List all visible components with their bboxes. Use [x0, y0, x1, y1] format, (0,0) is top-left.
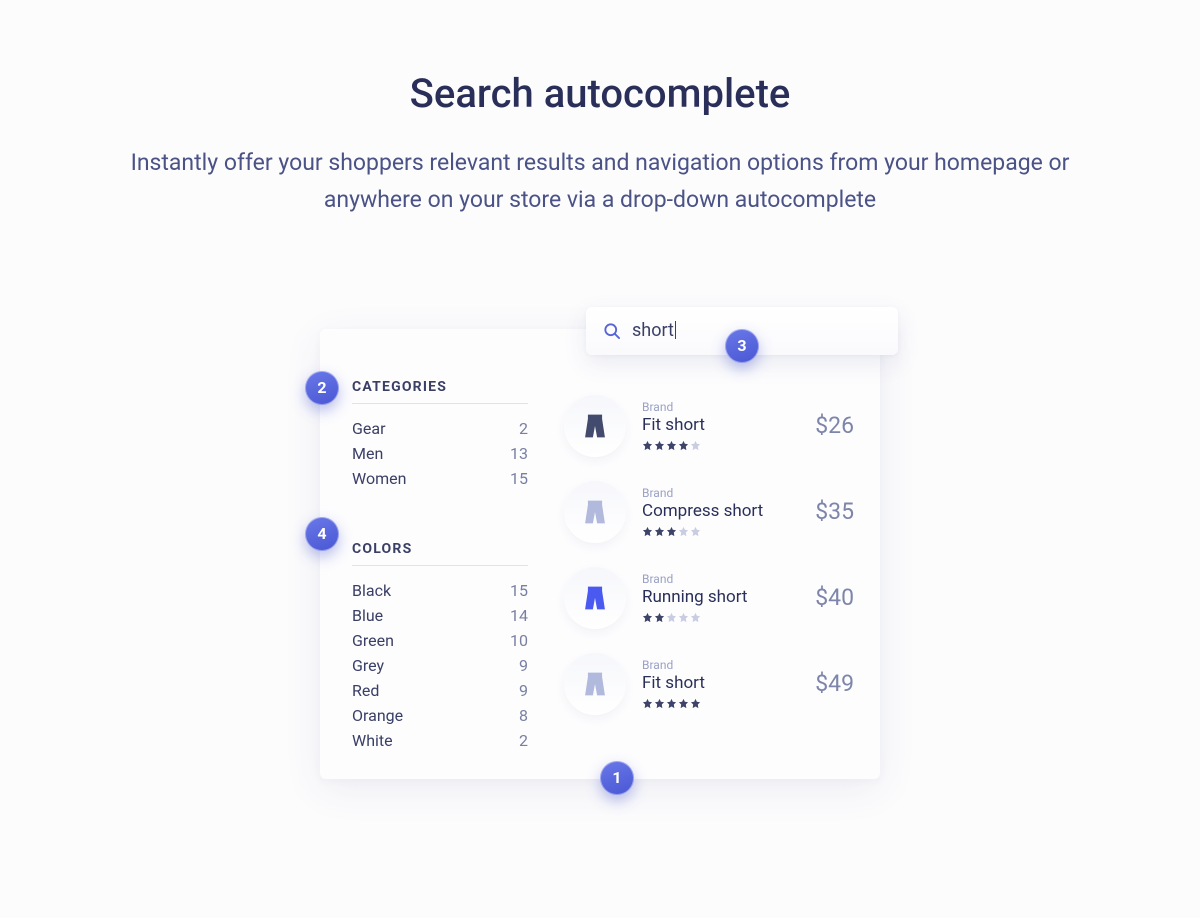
- facet-label: White: [352, 731, 393, 750]
- facet-count: 2: [519, 731, 528, 750]
- facet-item[interactable]: Grey 9: [352, 653, 528, 678]
- facet-count: 15: [510, 581, 528, 600]
- callout-2: 2: [305, 371, 339, 405]
- star-icon: [690, 440, 701, 451]
- facet-label: Red: [352, 681, 379, 700]
- facet-count: 8: [519, 706, 528, 725]
- callout-1: 1: [600, 761, 634, 795]
- facet-title-colors: COLORS: [352, 541, 528, 566]
- facet-label: Orange: [352, 706, 403, 725]
- product-rating: [642, 526, 786, 537]
- facet-label: Gear: [352, 419, 386, 438]
- star-icon: [666, 698, 677, 709]
- product-price: $40: [802, 584, 854, 611]
- facet-item[interactable]: White 2: [352, 728, 528, 753]
- shorts-icon: [578, 667, 612, 701]
- facet-item[interactable]: Men 13: [352, 441, 528, 466]
- facet-item[interactable]: Gear 2: [352, 416, 528, 441]
- product-thumb: [564, 653, 626, 715]
- star-icon: [654, 526, 665, 537]
- facet-title-categories: CATEGORIES: [352, 379, 528, 404]
- star-icon: [678, 440, 689, 451]
- product-results: BrandFit short$26BrandCompress short$35B…: [564, 355, 854, 753]
- product-brand: Brand: [642, 400, 786, 414]
- product-info: BrandFit short: [642, 658, 786, 709]
- product-row[interactable]: BrandFit short $26: [564, 395, 854, 457]
- star-icon: [678, 698, 689, 709]
- product-rating: [642, 698, 786, 709]
- callout-4: 4: [305, 517, 339, 551]
- product-name: Running short: [642, 586, 786, 608]
- product-brand: Brand: [642, 486, 786, 500]
- star-icon: [666, 526, 677, 537]
- search-icon: [602, 321, 622, 341]
- autocomplete-widget: short CATEGORIES Gear2Men13Women15 COLOR…: [320, 329, 880, 779]
- page-title: Search autocomplete: [0, 70, 1200, 117]
- facet-count: 14: [510, 606, 528, 625]
- star-icon: [678, 612, 689, 623]
- star-icon: [690, 698, 701, 709]
- star-icon: [654, 440, 665, 451]
- product-info: BrandCompress short: [642, 486, 786, 537]
- product-row[interactable]: BrandCompress short $35: [564, 481, 854, 543]
- facet-count: 9: [519, 681, 528, 700]
- product-name: Fit short: [642, 672, 786, 694]
- product-rating: [642, 612, 786, 623]
- facet-item[interactable]: Red 9: [352, 678, 528, 703]
- star-icon: [642, 698, 653, 709]
- facet-count: 13: [510, 444, 528, 463]
- facet-label: Green: [352, 631, 394, 650]
- product-thumb: [564, 481, 626, 543]
- page-header: Search autocomplete Instantly offer your…: [0, 0, 1200, 219]
- facet-categories: CATEGORIES Gear 2 Men 13 Women 15: [352, 379, 528, 491]
- star-icon: [654, 612, 665, 623]
- product-price: $35: [802, 498, 854, 525]
- product-row[interactable]: BrandRunning short $40: [564, 567, 854, 629]
- product-info: BrandFit short: [642, 400, 786, 451]
- autocomplete-panel: short CATEGORIES Gear2Men13Women15 COLOR…: [320, 329, 880, 779]
- product-thumb: [564, 567, 626, 629]
- star-icon: [654, 698, 665, 709]
- facet-item[interactable]: Orange 8: [352, 703, 528, 728]
- product-info: BrandRunning short: [642, 572, 786, 623]
- facet-item[interactable]: Black 15: [352, 578, 528, 603]
- product-price: $49: [802, 670, 854, 697]
- facet-label: Women: [352, 469, 406, 488]
- star-icon: [678, 526, 689, 537]
- shorts-icon: [578, 409, 612, 443]
- product-name: Fit short: [642, 414, 786, 436]
- facet-label: Grey: [352, 656, 384, 675]
- product-name: Compress short: [642, 500, 786, 522]
- callout-3: 3: [725, 329, 759, 363]
- facet-count: 15: [510, 469, 528, 488]
- facet-count: 9: [519, 656, 528, 675]
- star-icon: [666, 440, 677, 451]
- star-icon: [666, 612, 677, 623]
- facet-sidebar: CATEGORIES Gear 2 Men 13 Women 15 COLORS Blac…: [352, 355, 528, 753]
- shorts-icon: [578, 581, 612, 615]
- star-icon: [690, 612, 701, 623]
- facet-item[interactable]: Women 15: [352, 466, 528, 491]
- star-icon: [642, 526, 653, 537]
- search-input[interactable]: short: [632, 320, 676, 341]
- page-subtitle: Instantly offer your shoppers relevant r…: [100, 145, 1100, 219]
- product-row[interactable]: BrandFit short $49: [564, 653, 854, 715]
- star-icon: [642, 440, 653, 451]
- product-thumb: [564, 395, 626, 457]
- product-price: $26: [802, 412, 854, 439]
- facet-item[interactable]: Blue 14: [352, 603, 528, 628]
- facet-count: 10: [510, 631, 528, 650]
- facet-count: 2: [519, 419, 528, 438]
- facet-label: Blue: [352, 606, 383, 625]
- shorts-icon: [578, 495, 612, 529]
- facet-colors: COLORS Black 15 Blue 14 Green 10 Grey 9 Red 9 Oran…: [352, 541, 528, 753]
- facet-item[interactable]: Green 10: [352, 628, 528, 653]
- star-icon: [690, 526, 701, 537]
- star-icon: [642, 612, 653, 623]
- product-brand: Brand: [642, 658, 786, 672]
- facet-label: Men: [352, 444, 383, 463]
- product-rating: [642, 440, 786, 451]
- facet-label: Black: [352, 581, 391, 600]
- product-brand: Brand: [642, 572, 786, 586]
